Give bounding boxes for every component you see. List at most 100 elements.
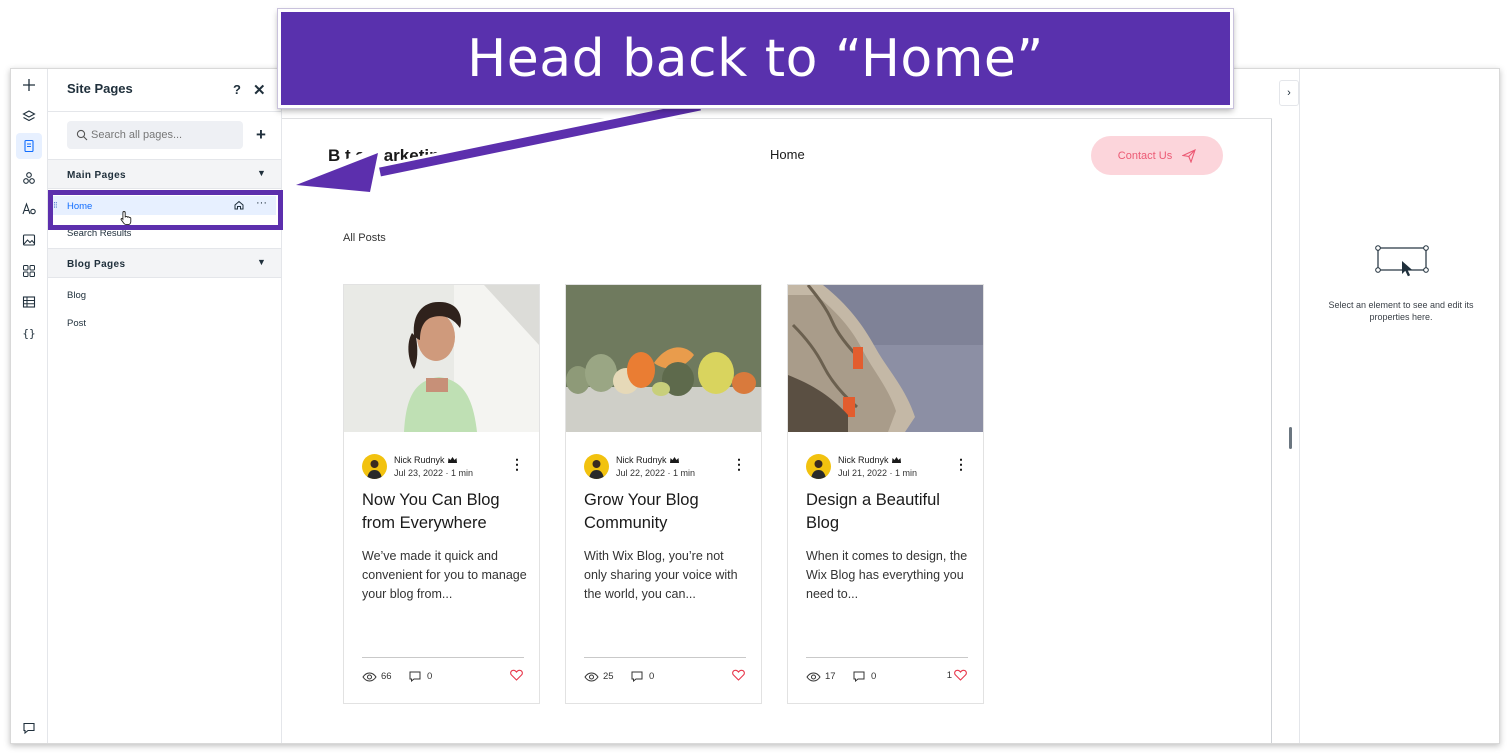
avatar[interactable] (362, 454, 387, 479)
post-card[interactable]: Nick Rudnyk Jul 21, 2022 · 1 min ⋮ Desig… (787, 284, 984, 704)
chevron-down-icon: ▼ (257, 168, 266, 178)
views-count: 66 (362, 671, 392, 682)
panel-title: Site Pages (67, 81, 133, 96)
likes-label: 1 (946, 669, 952, 681)
more-options-icon[interactable]: ⋮ (954, 457, 968, 471)
eye-icon (806, 671, 821, 682)
inspector-panel: Select an element to see and edit its pr… (1299, 69, 1499, 743)
post-title[interactable]: Now You Can Blog from Everywhere (362, 489, 527, 535)
highlight-box (48, 190, 283, 230)
section-label: Blog Pages (67, 259, 126, 270)
svg-text:{}: {} (22, 327, 35, 340)
post-image-woman[interactable] (344, 285, 539, 432)
callout-text: Head back to “Home” (467, 28, 1044, 89)
apps-icon[interactable] (16, 258, 42, 284)
heart-icon (510, 669, 523, 681)
post-title[interactable]: Design a Beautiful Blog (806, 489, 971, 535)
comments-count[interactable]: 0 (631, 671, 654, 682)
media-icon[interactable] (16, 227, 42, 253)
design-icon[interactable] (16, 165, 42, 191)
cms-table-icon[interactable] (16, 289, 42, 315)
plus-icon[interactable] (16, 72, 42, 98)
site-title[interactable]: B t s Marketing (328, 146, 450, 166)
comment-icon (853, 671, 865, 682)
editor-canvas: B t s Marketing Home Contact Us All Post… (282, 69, 1272, 743)
views-count: 25 (584, 671, 614, 682)
chevron-down-icon: ▼ (257, 257, 266, 267)
comment-icon (631, 671, 643, 682)
search-field[interactable] (67, 121, 243, 149)
left-toolbar: {} (11, 69, 48, 743)
read-time: 1 min (673, 468, 696, 478)
nav-home-link[interactable]: Home (770, 147, 805, 162)
blog-pages-section[interactable]: Blog Pages ▼ (48, 248, 281, 278)
post-title[interactable]: Grow Your Blog Community (584, 489, 749, 535)
comments-label: 0 (427, 671, 433, 682)
all-posts-label[interactable]: All Posts (343, 232, 386, 244)
site-pages-panel: Site Pages ? ✕ + Main Pages ▼ ⁝⁝ Home ··… (48, 69, 282, 743)
views-label: 25 (603, 671, 614, 682)
author-name[interactable]: Nick Rudnyk (616, 455, 680, 465)
post-image-architecture[interactable] (788, 285, 983, 432)
close-button[interactable]: ✕ (253, 81, 266, 99)
comments-label: 0 (649, 671, 655, 682)
like-button[interactable]: 1 (947, 669, 967, 681)
select-element-icon (1375, 245, 1429, 277)
post-date: Jul 22, 2022 (616, 468, 666, 478)
divider (584, 657, 746, 658)
comments-count[interactable]: 0 (409, 671, 432, 682)
search-icon (76, 129, 88, 141)
section-label: Main Pages (67, 170, 127, 181)
post-excerpt: When it comes to design, the Wix Blog ha… (806, 549, 968, 601)
crown-icon (447, 457, 457, 463)
main-pages-section[interactable]: Main Pages ▼ (48, 159, 281, 189)
editor-window: {} Site Pages ? ✕ + Main Pages ▼ ⁝⁝ Home… (10, 68, 1500, 744)
more-options-icon[interactable]: ⋮ (732, 457, 746, 471)
text-theme-icon[interactable] (16, 196, 42, 222)
read-time: 1 min (895, 468, 918, 478)
post-date: Jul 23, 2022 (394, 468, 444, 478)
avatar[interactable] (806, 454, 831, 479)
divider (48, 111, 281, 112)
heart-icon (732, 669, 745, 681)
heart-icon (954, 669, 967, 681)
post-card[interactable]: Nick Rudnyk Jul 23, 2022 · 1 min ⋮ Now Y… (343, 284, 540, 704)
pages-icon[interactable] (16, 133, 42, 159)
author-label: Nick Rudnyk (394, 455, 445, 465)
contact-label: Contact Us (1117, 149, 1173, 162)
like-button[interactable] (730, 669, 745, 681)
crown-icon (669, 457, 679, 463)
eye-icon (584, 671, 599, 682)
code-icon[interactable]: {} (16, 320, 42, 346)
post-meta: Jul 21, 2022 · 1 min (838, 468, 918, 478)
callout-banner: Head back to “Home” (278, 9, 1233, 108)
layers-icon[interactable] (16, 103, 42, 129)
scrollbar-handle[interactable] (1289, 427, 1292, 449)
collapse-panel-button[interactable]: › (1279, 80, 1299, 106)
chat-icon[interactable] (22, 721, 36, 735)
eye-icon (362, 671, 377, 682)
comment-icon (409, 671, 421, 682)
like-button[interactable] (508, 669, 523, 681)
page-item-post[interactable]: Post (67, 318, 86, 329)
comments-count[interactable]: 0 (853, 671, 876, 682)
post-date: Jul 21, 2022 (838, 468, 888, 478)
inspector-message: Select an element to see and edit its pr… (1328, 300, 1474, 322)
divider (362, 657, 524, 658)
post-meta: Jul 22, 2022 · 1 min (616, 468, 696, 478)
more-options-icon[interactable]: ⋮ (510, 457, 524, 471)
crown-icon (891, 457, 901, 463)
post-card[interactable]: Nick Rudnyk Jul 22, 2022 · 1 min ⋮ Grow … (565, 284, 762, 704)
help-button[interactable]: ? (233, 82, 241, 97)
post-excerpt: We’ve made it quick and convenient for y… (362, 549, 527, 601)
post-meta: Jul 23, 2022 · 1 min (394, 468, 474, 478)
page-item-blog[interactable]: Blog (67, 290, 86, 301)
author-name[interactable]: Nick Rudnyk (394, 455, 458, 465)
author-name[interactable]: Nick Rudnyk (838, 455, 902, 465)
site-page[interactable]: B t s Marketing Home Contact Us All Post… (282, 119, 1272, 743)
avatar[interactable] (584, 454, 609, 479)
contact-button[interactable]: Contact Us (1091, 136, 1223, 175)
post-image-vegetables[interactable] (566, 285, 761, 432)
search-input[interactable] (91, 121, 239, 149)
add-page-button[interactable]: + (256, 125, 266, 145)
